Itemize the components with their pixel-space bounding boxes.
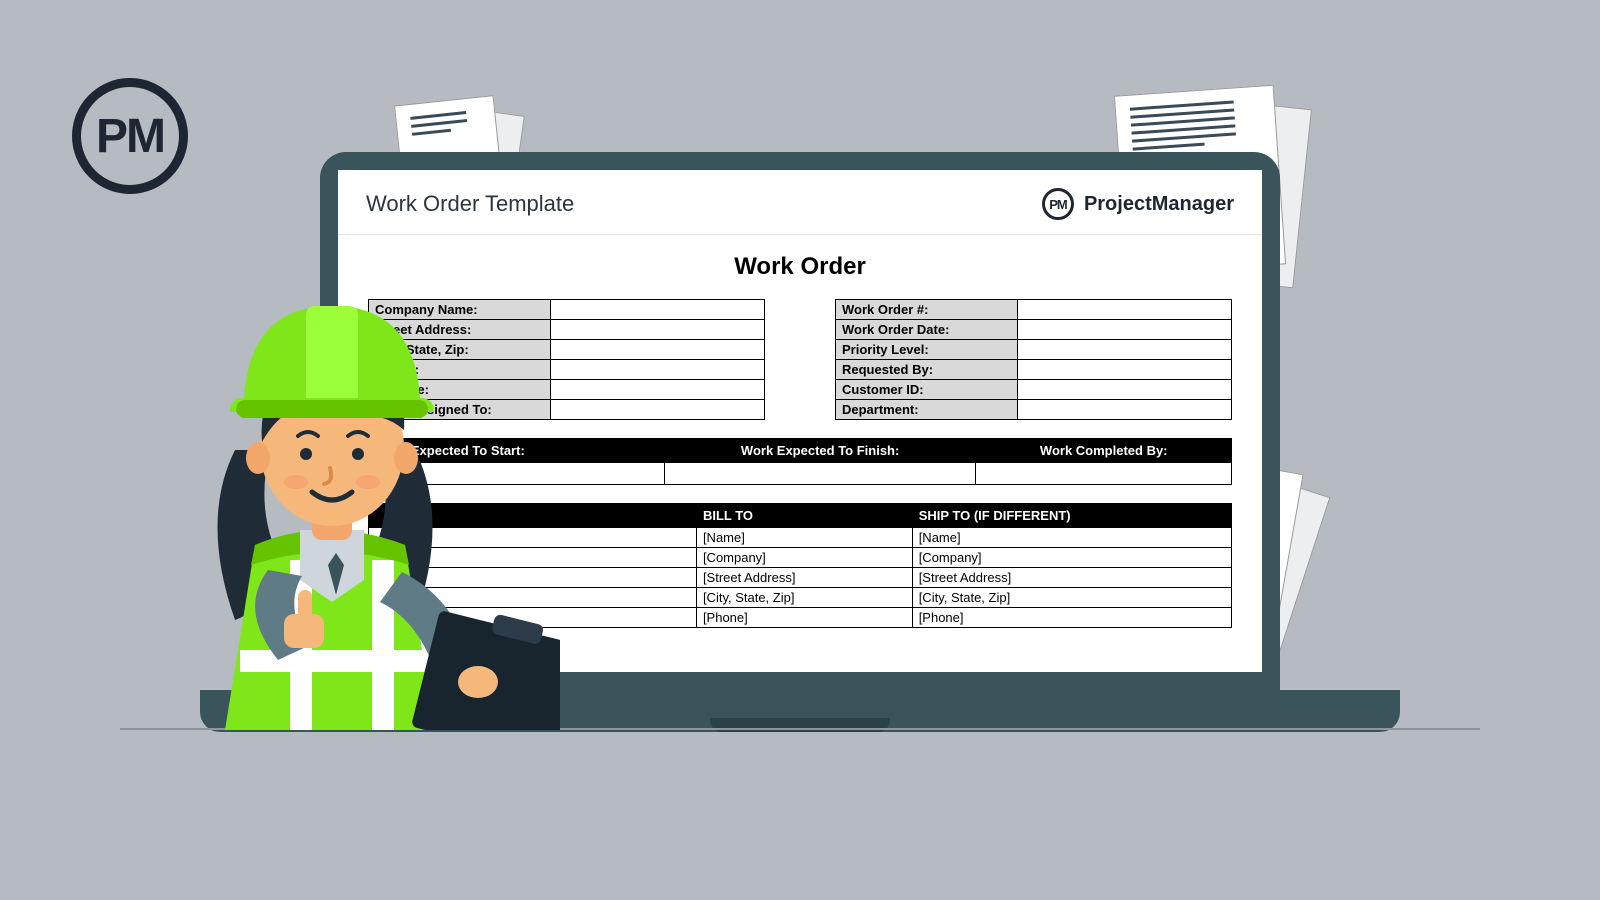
field-label: Priority Level: xyxy=(836,340,1018,360)
col-header: SHIP TO (IF DIFFERENT) xyxy=(912,504,1231,528)
field-value[interactable] xyxy=(551,320,765,340)
brand: PM ProjectManager xyxy=(1042,188,1234,220)
logo-text: PM xyxy=(96,109,164,164)
field-value[interactable] xyxy=(551,400,765,420)
cell[interactable]: [Name] xyxy=(696,528,912,548)
cell[interactable]: [Phone] xyxy=(696,608,912,628)
field-value[interactable] xyxy=(1018,340,1232,360)
brand-badge-text: PM xyxy=(1049,197,1067,212)
field-label: Requested By: xyxy=(836,360,1018,380)
cell[interactable]: [Phone] xyxy=(912,608,1231,628)
pm-logo-icon: PM xyxy=(72,78,188,194)
field-value[interactable] xyxy=(551,340,765,360)
col-header: Work Expected To Finish: xyxy=(664,439,976,463)
field-label: Work Order Date: xyxy=(836,320,1018,340)
field-label: Department: xyxy=(836,400,1018,420)
pm-badge-icon: PM xyxy=(1042,188,1074,220)
field-value[interactable] xyxy=(1018,380,1232,400)
cell[interactable]: [City, State, Zip] xyxy=(912,588,1231,608)
field-value[interactable] xyxy=(1018,400,1232,420)
field-label: Work Order #: xyxy=(836,300,1018,320)
cell[interactable]: [Name] xyxy=(912,528,1231,548)
cell[interactable]: [Street Address] xyxy=(912,568,1231,588)
field-value[interactable] xyxy=(551,300,765,320)
col-header: BILL TO xyxy=(696,504,912,528)
brand-name: ProjectManager xyxy=(1084,193,1234,216)
field-value[interactable] xyxy=(1018,360,1232,380)
field-value[interactable] xyxy=(664,463,976,485)
order-info-table: Work Order #: Work Order Date: Priority … xyxy=(835,299,1232,420)
cell[interactable]: [Company] xyxy=(912,548,1231,568)
field-value[interactable] xyxy=(551,360,765,380)
cell[interactable]: [Street Address] xyxy=(696,568,912,588)
field-value[interactable] xyxy=(976,463,1232,485)
construction-worker-icon xyxy=(140,210,560,730)
cell[interactable]: [City, State, Zip] xyxy=(696,588,912,608)
field-value[interactable] xyxy=(1018,320,1232,340)
field-value[interactable] xyxy=(1018,300,1232,320)
field-label: Customer ID: xyxy=(836,380,1018,400)
field-value[interactable] xyxy=(551,380,765,400)
col-header: Work Completed By: xyxy=(976,439,1232,463)
cell[interactable]: [Company] xyxy=(696,548,912,568)
